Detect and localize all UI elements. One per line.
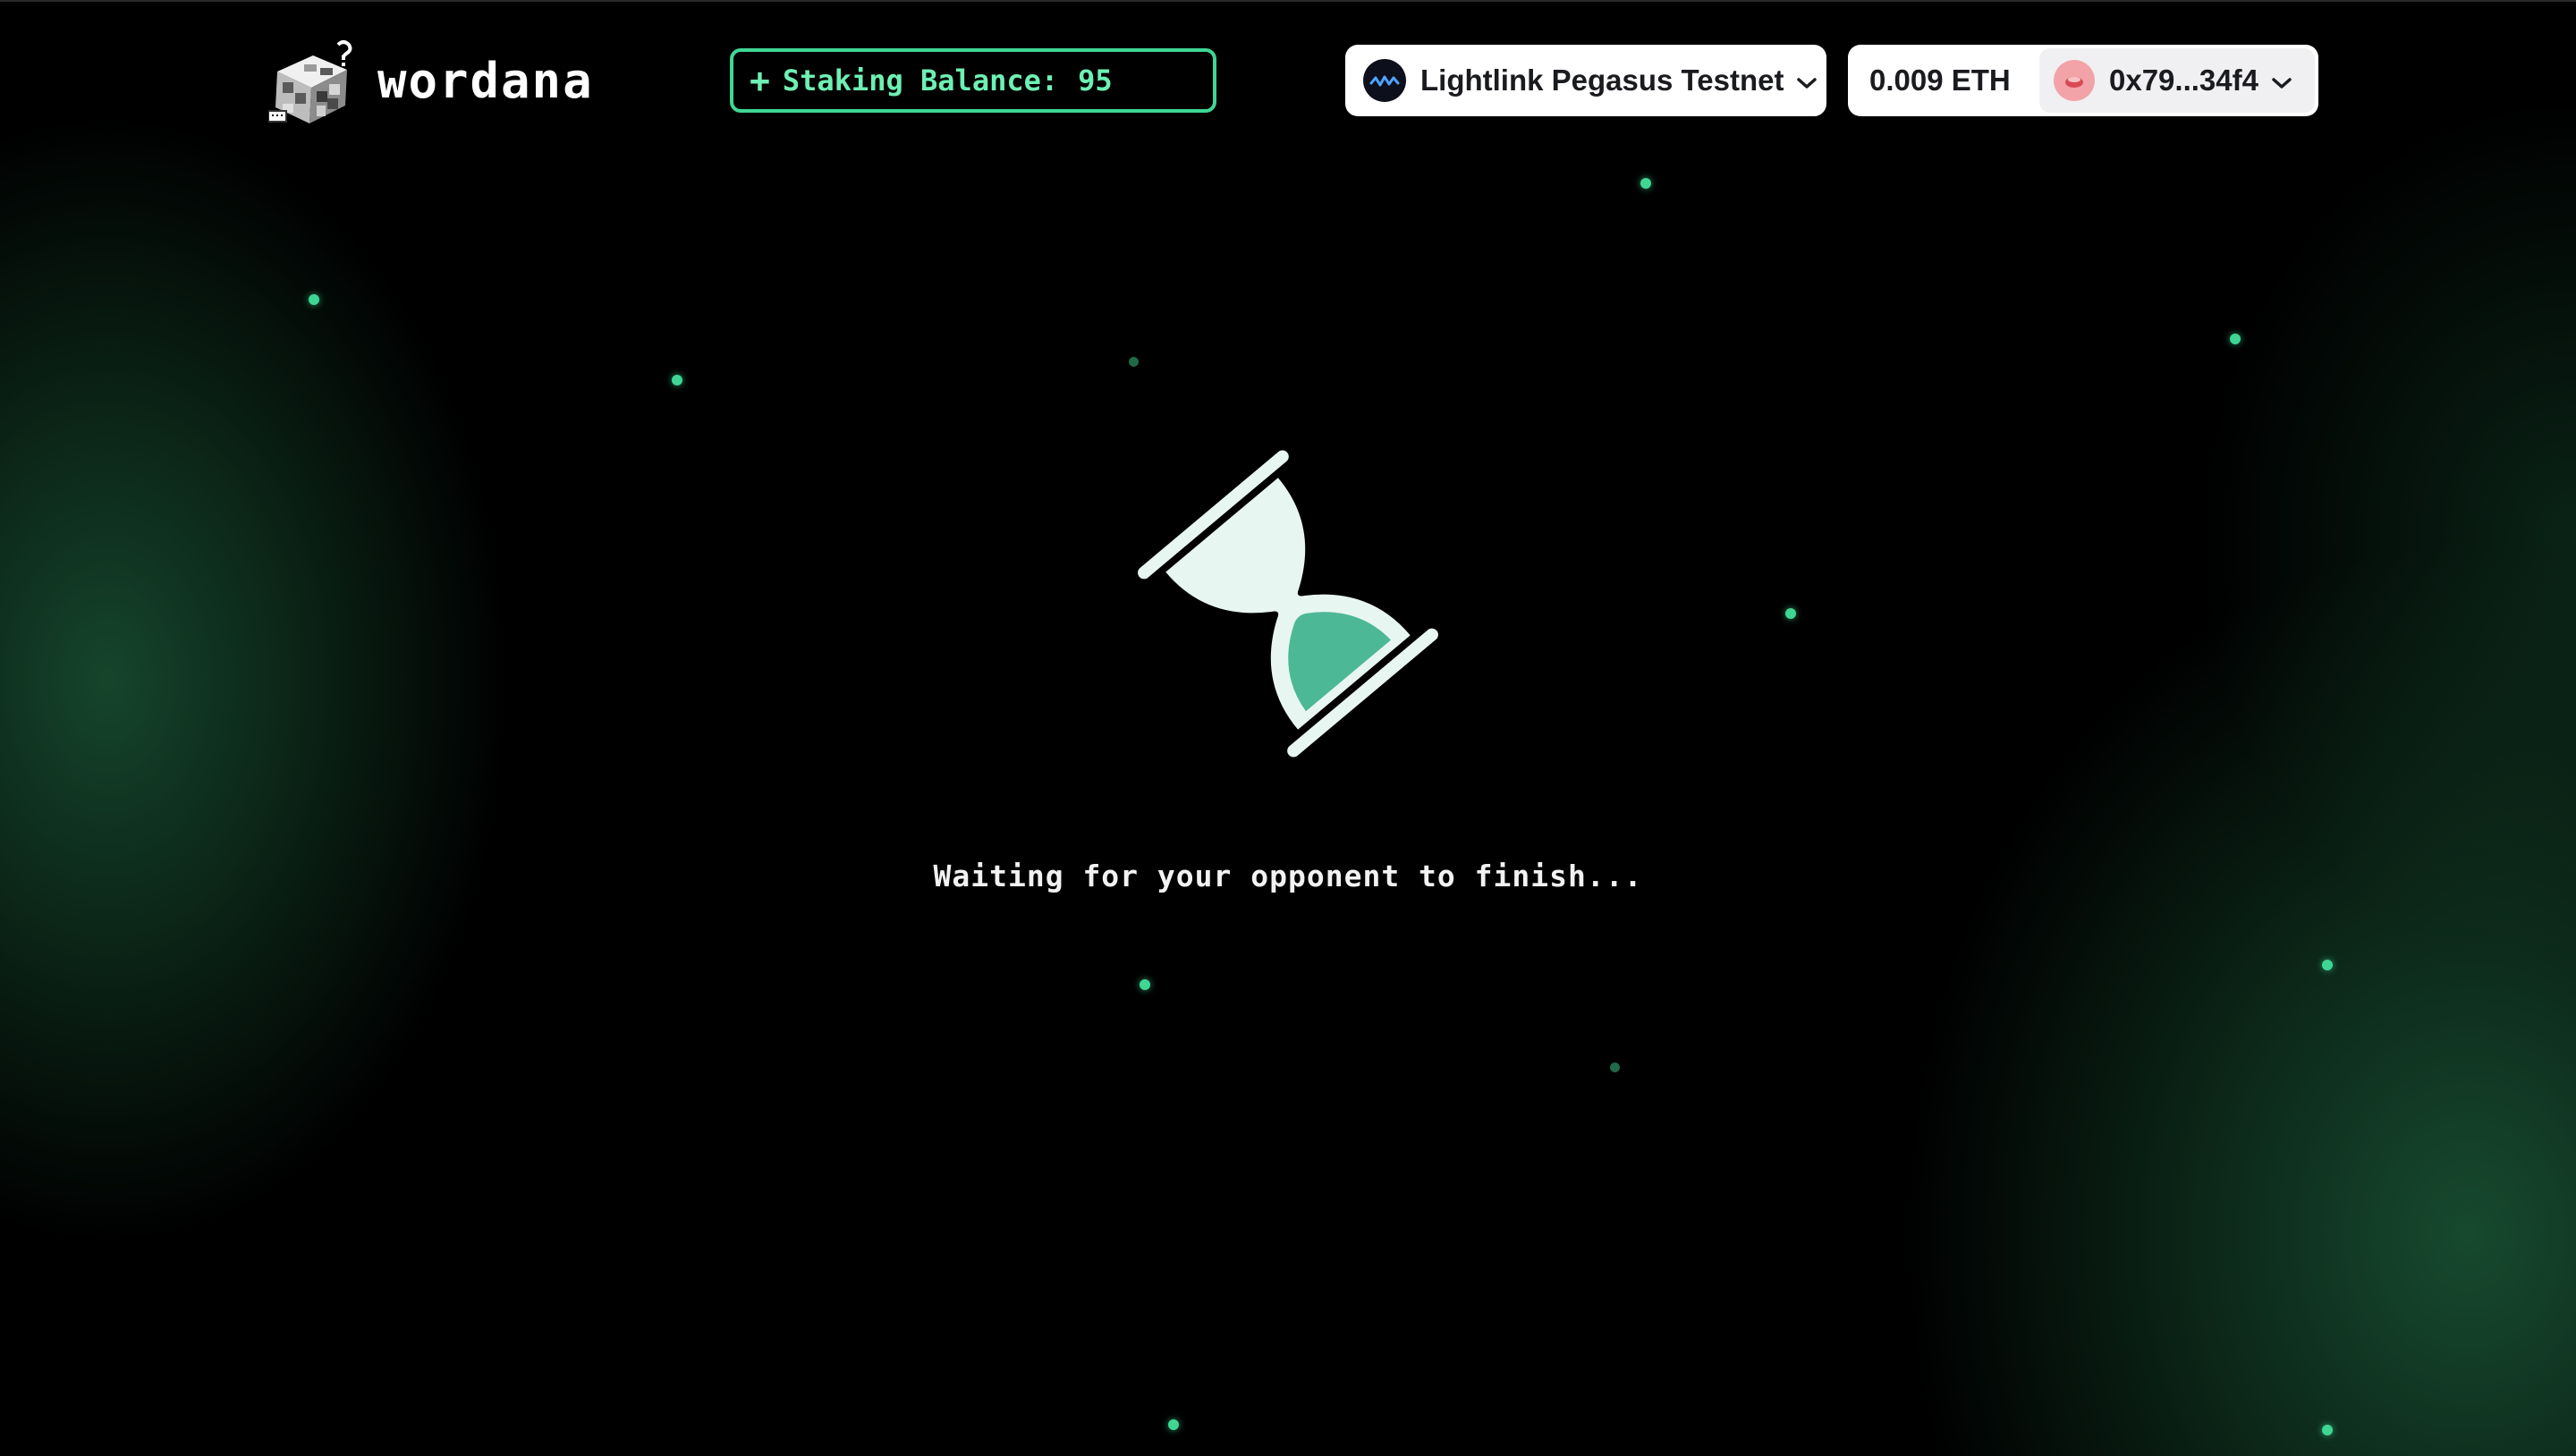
network-selector[interactable]: Lightlink Pegasus Testnet xyxy=(1345,45,1826,116)
chevron-down-icon xyxy=(1796,63,1818,97)
particle-dot xyxy=(1640,178,1651,189)
staking-balance-button[interactable]: + Staking Balance: 95 xyxy=(730,48,1216,113)
account-button[interactable]: 0x79...34f4 xyxy=(2039,48,2315,113)
particle-dot xyxy=(1610,1062,1620,1072)
staking-label: Staking Balance: xyxy=(782,63,1059,97)
particle-dot xyxy=(2322,1425,2333,1435)
network-name: Lightlink Pegasus Testnet xyxy=(1420,63,1784,97)
particle-dot xyxy=(2322,960,2333,970)
logo-text: wordana xyxy=(377,52,594,109)
particle-dot xyxy=(1785,608,1796,619)
particle-dot xyxy=(672,375,682,385)
particle-dot xyxy=(1140,979,1150,990)
particle-dot xyxy=(309,294,319,305)
lightlink-network-icon xyxy=(1363,59,1406,102)
avatar-icon xyxy=(2054,60,2095,101)
hourglass-icon xyxy=(1136,447,1440,760)
logo[interactable]: wordana xyxy=(267,36,594,125)
cube-question-icon xyxy=(267,36,358,125)
status-text: Waiting for your opponent to finish... xyxy=(933,859,1643,893)
particle-dot xyxy=(1168,1419,1179,1430)
account-widget: 0.009 ETH 0x79...34f4 xyxy=(1848,45,2318,116)
staking-amount: 95 xyxy=(1078,63,1113,97)
top-divider xyxy=(0,0,2576,2)
chevron-down-icon xyxy=(2271,63,2292,97)
particle-dot xyxy=(2230,334,2241,344)
account-address: 0x79...34f4 xyxy=(2109,63,2258,97)
eth-balance: 0.009 ETH xyxy=(1869,63,2011,97)
particle-dot xyxy=(1129,357,1139,367)
plus-icon: + xyxy=(750,61,770,100)
